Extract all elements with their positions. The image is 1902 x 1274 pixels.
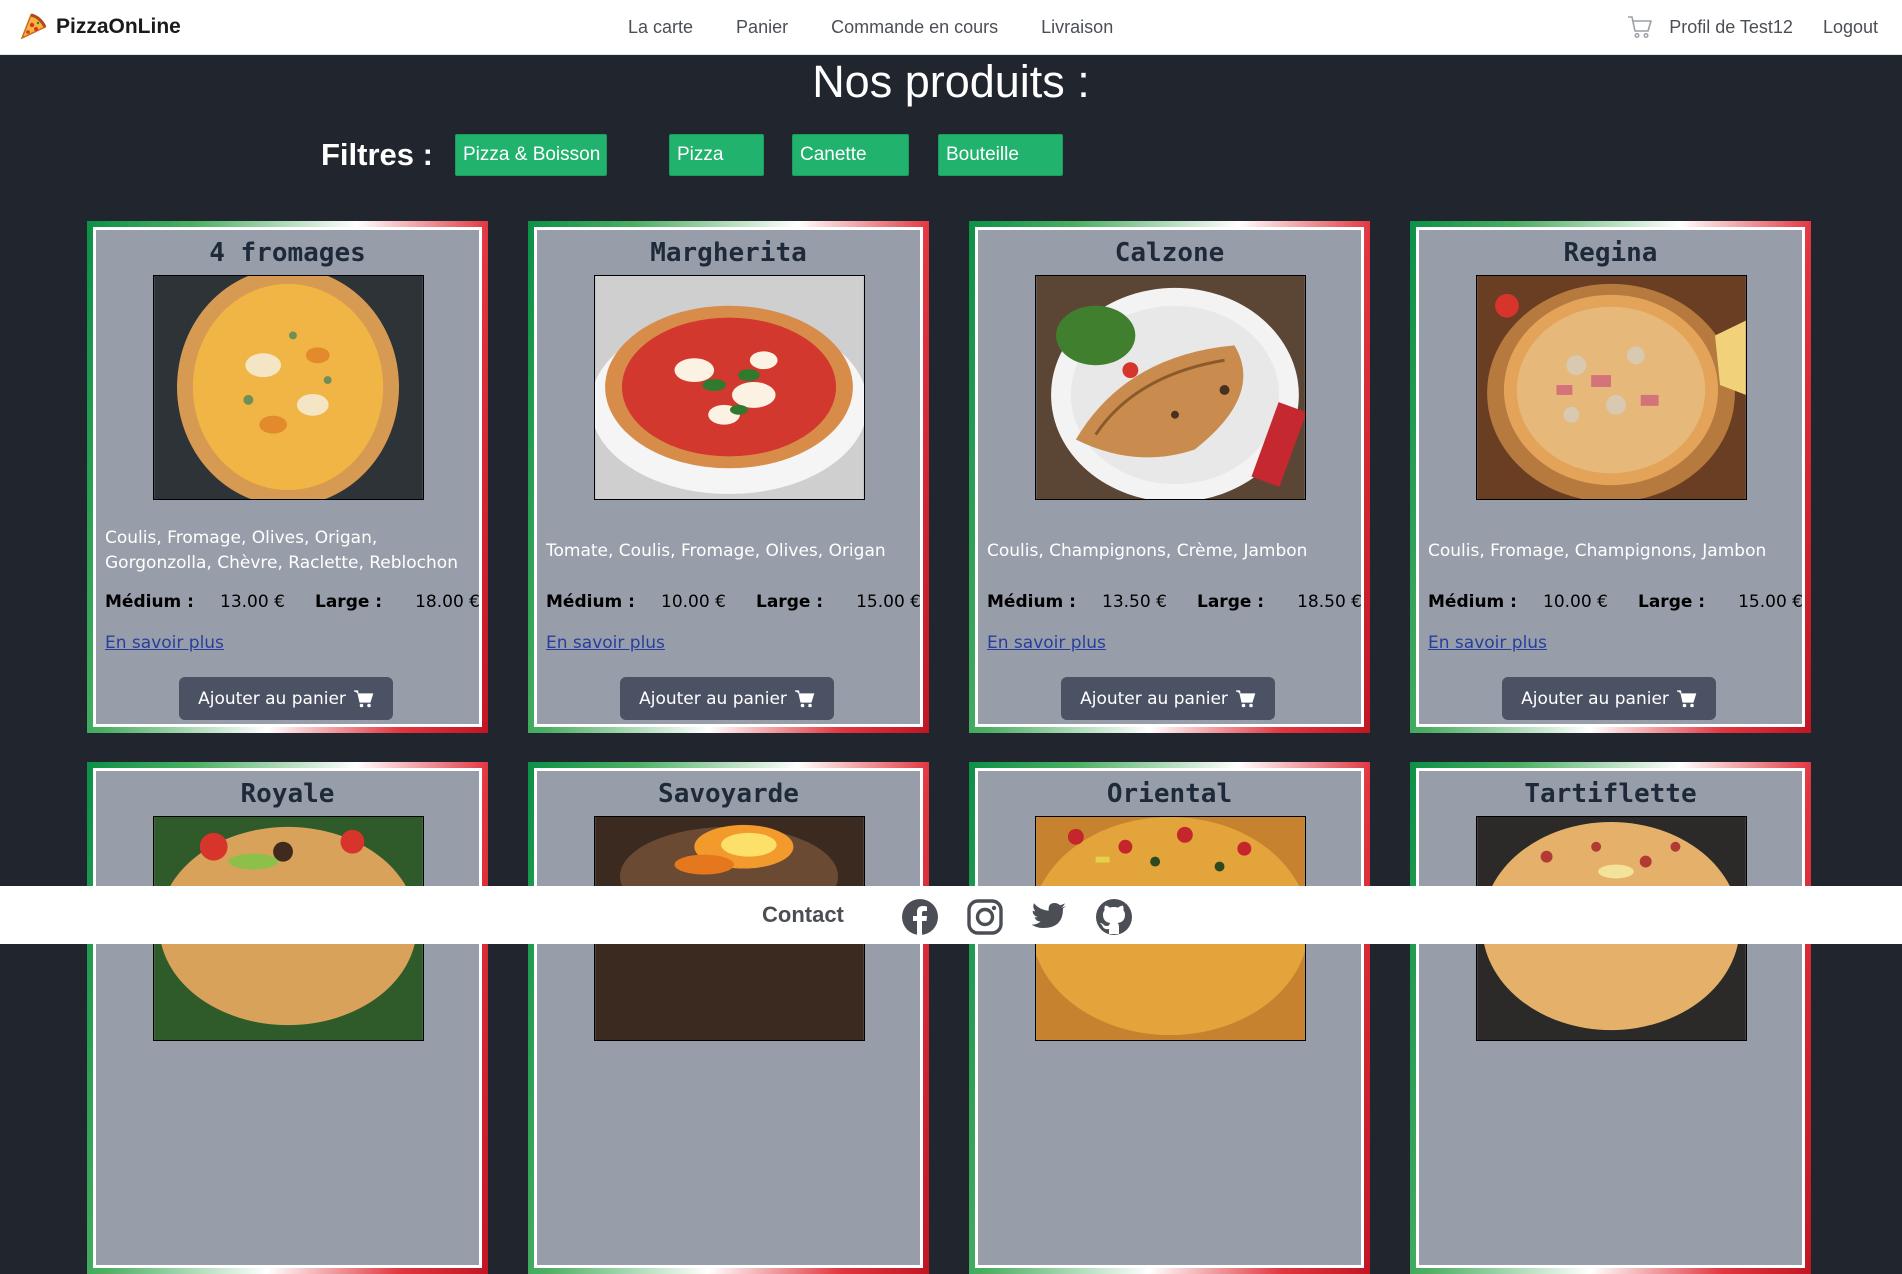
pizza-image-regina (1477, 276, 1746, 499)
add-to-cart-label: Ajouter au panier (639, 688, 787, 709)
product-card-margherita: Margherita Tomate, Coulis, Fromage, Oliv… (528, 221, 929, 733)
pizza-logo-icon (20, 13, 47, 40)
product-card-oriental: Oriental (969, 762, 1370, 1274)
medium-price: 10.00 € (661, 592, 726, 612)
product-name: Savoyarde (658, 779, 799, 809)
filter-bouteille-button[interactable]: Bouteille (938, 134, 1063, 176)
product-image (594, 275, 865, 500)
main-nav: La carte Panier Commande en cours Livrai… (628, 0, 1156, 54)
product-name: 4 fromages (209, 238, 366, 268)
footer: Contact (0, 886, 1902, 944)
profile-link[interactable]: Profil de Test12 (1669, 17, 1793, 38)
add-to-cart-label: Ajouter au panier (198, 688, 346, 709)
large-price: 15.00 € (1738, 592, 1803, 612)
pizza-image-4-fromages (154, 276, 423, 499)
product-description: Tomate, Coulis, Fromage, Olives, Origan (546, 540, 886, 561)
add-to-cart-button[interactable]: Ajouter au panier (179, 677, 393, 720)
product-card-regina: Regina Coulis, Fromage, Champignons, Jam… (1410, 221, 1811, 733)
twitter-icon[interactable] (1030, 898, 1068, 936)
large-price: 18.00 € (415, 592, 480, 612)
product-card-calzone: Calzone Coulis, Champignons, Crème, Jamb… (969, 221, 1370, 733)
medium-label: Médium : (546, 592, 635, 612)
navbar: PizzaOnLine La carte Panier Commande en … (0, 0, 1902, 55)
github-icon[interactable] (1095, 898, 1133, 936)
nav-link-livraison[interactable]: Livraison (1041, 17, 1113, 38)
product-description: Coulis, Champignons, Crème, Jambon (987, 540, 1308, 561)
pizza-image-calzone (1036, 276, 1305, 499)
cart-icon[interactable] (1627, 15, 1653, 39)
product-name: Calzone (1114, 238, 1225, 268)
add-to-cart-label: Ajouter au panier (1080, 688, 1228, 709)
card-body: Calzone Coulis, Champignons, Crème, Jamb… (975, 227, 1364, 727)
product-image (1035, 275, 1306, 500)
medium-price: 13.00 € (220, 592, 285, 612)
add-to-cart-button[interactable]: Ajouter au panier (1061, 677, 1275, 720)
medium-label: Médium : (1428, 592, 1517, 612)
card-body: Savoyarde (534, 768, 923, 1268)
user-nav: Profil de Test12 Logout (1627, 0, 1878, 54)
contact-link[interactable]: Contact (762, 902, 844, 928)
card-body: Royale (93, 768, 482, 1268)
large-label: Large : (1638, 592, 1706, 612)
product-name: Tartiflette (1524, 779, 1697, 809)
add-to-cart-button[interactable]: Ajouter au panier (1502, 677, 1716, 720)
card-body: Tartiflette (1416, 768, 1805, 1268)
more-info-link[interactable]: En savoir plus (105, 633, 224, 653)
product-card-royale: Royale (87, 762, 488, 1274)
product-card-savoyarde: Savoyarde (528, 762, 929, 1274)
add-to-cart-label: Ajouter au panier (1521, 688, 1669, 709)
medium-label: Médium : (987, 592, 1076, 612)
product-image (1476, 275, 1747, 500)
card-body: Oriental (975, 768, 1364, 1268)
card-body: 4 fromages Coulis, Fromage, Olives, Orig… (93, 227, 482, 727)
nav-link-la-carte[interactable]: La carte (628, 17, 693, 38)
filter-pizza-boisson-button[interactable]: Pizza & Boisson (455, 134, 607, 176)
product-description: Coulis, Fromage, Olives, Origan, Gorgonz… (105, 528, 458, 573)
product-image (153, 275, 424, 500)
more-info-link[interactable]: En savoir plus (1428, 633, 1547, 653)
medium-price: 13.50 € (1102, 592, 1167, 612)
instagram-icon[interactable] (966, 898, 1004, 936)
pizza-image-margherita (595, 276, 864, 499)
large-price: 18.50 € (1297, 592, 1362, 612)
cart-icon (794, 689, 815, 707)
more-info-link[interactable]: En savoir plus (546, 633, 665, 653)
large-label: Large : (1197, 592, 1265, 612)
filters-label: Filtres : (321, 137, 433, 172)
product-name: Margherita (650, 238, 807, 268)
product-name: Royale (240, 779, 335, 809)
product-description: Coulis, Fromage, Champignons, Jambon (1428, 540, 1767, 561)
large-label: Large : (756, 592, 824, 612)
page-title: Nos produits : (812, 56, 1090, 107)
medium-price: 10.00 € (1543, 592, 1608, 612)
cart-icon (353, 689, 374, 707)
large-price: 15.00 € (856, 592, 921, 612)
filter-canette-button[interactable]: Canette (792, 134, 909, 176)
logout-link[interactable]: Logout (1823, 17, 1878, 38)
facebook-icon[interactable] (901, 898, 939, 936)
brand[interactable]: PizzaOnLine (18, 11, 181, 43)
cart-icon (1676, 689, 1697, 707)
more-info-link[interactable]: En savoir plus (987, 633, 1106, 653)
product-name: Regina (1563, 238, 1658, 268)
medium-label: Médium : (105, 592, 194, 612)
card-body: Regina Coulis, Fromage, Champignons, Jam… (1416, 227, 1805, 727)
brand-name: PizzaOnLine (56, 15, 181, 38)
filter-pizza-button[interactable]: Pizza (669, 134, 764, 176)
cart-icon (1235, 689, 1256, 707)
nav-link-commande-en-cours[interactable]: Commande en cours (831, 17, 998, 38)
product-name: Oriental (1106, 779, 1233, 809)
product-card-4-fromages: 4 fromages Coulis, Fromage, Olives, Orig… (87, 221, 488, 733)
card-body: Margherita Tomate, Coulis, Fromage, Oliv… (534, 227, 923, 727)
nav-link-panier[interactable]: Panier (736, 17, 788, 38)
add-to-cart-button[interactable]: Ajouter au panier (620, 677, 834, 720)
product-card-tartiflette: Tartiflette (1410, 762, 1811, 1274)
large-label: Large : (315, 592, 383, 612)
